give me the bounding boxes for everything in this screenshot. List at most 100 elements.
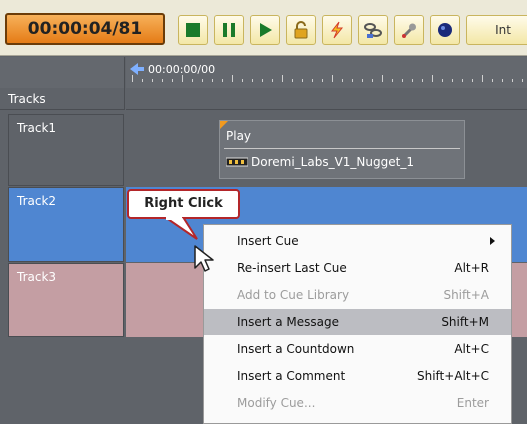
cue-title: Play <box>226 129 252 143</box>
pause-icon <box>223 23 235 37</box>
track-name: Track1 <box>17 121 57 135</box>
menu-item-shortcut: Shift+Alt+C <box>416 369 489 383</box>
ruler-tick <box>472 79 473 82</box>
menu-item-label: Re-insert Last Cue <box>237 261 347 275</box>
track-label-3[interactable]: Track3 <box>8 263 124 337</box>
ruler-tick <box>162 79 163 82</box>
ruler-tick <box>512 79 513 82</box>
timeline-header-left <box>0 57 125 88</box>
chain-button[interactable] <box>358 15 388 45</box>
ruler-tick <box>222 79 223 82</box>
menu-item-label: Insert a Message <box>237 315 339 329</box>
film-icon <box>226 157 248 167</box>
stop-icon <box>186 23 200 37</box>
ruler-tick <box>392 79 393 82</box>
cue-divider <box>224 148 460 149</box>
menu-item-insert-countdown[interactable]: Insert a Countdown Alt+C <box>204 336 511 362</box>
ruler-tick <box>462 79 463 82</box>
track-name: Track2 <box>17 194 57 208</box>
wrench-button[interactable] <box>394 15 424 45</box>
ruler-tick <box>502 79 503 82</box>
cue-content: Doremi_Labs_V1_Nugget_1 <box>226 155 414 169</box>
menu-item-shortcut: Shift+A <box>443 288 489 302</box>
toolbar: 00:00:04/81 Int <box>0 0 527 56</box>
menu-item-modify-cue[interactable]: Modify Cue... Enter <box>204 390 511 416</box>
tracks-header: Tracks <box>0 88 125 110</box>
flash-button[interactable] <box>322 15 352 45</box>
int-button[interactable]: Int <box>466 15 527 45</box>
ruler-tick <box>362 79 363 82</box>
ruler-tick <box>242 79 243 82</box>
ruler-tick <box>182 75 183 82</box>
menu-item-insert-cue[interactable]: Insert Cue <box>204 228 511 254</box>
ruler-tick <box>402 79 403 82</box>
menu-item-label: Add to Cue Library <box>237 288 350 302</box>
timecode-display: 00:00:04/81 <box>5 13 165 45</box>
ruler-tick <box>332 75 333 82</box>
menu-item-shortcut: Enter <box>456 396 489 410</box>
track-label-2[interactable]: Track2 <box>8 187 124 262</box>
lock-button[interactable] <box>286 15 316 45</box>
menu-item-reinsert-last-cue[interactable]: Re-insert Last Cue Alt+R <box>204 255 511 281</box>
menu-item-insert-message[interactable]: Insert a Message Shift+M <box>204 309 511 335</box>
ruler-tick <box>262 79 263 82</box>
ruler-tick <box>342 79 343 82</box>
ruler-tick <box>282 75 283 82</box>
ruler-tick <box>432 75 433 82</box>
cue-name: Doremi_Labs_V1_Nugget_1 <box>251 155 414 169</box>
ruler-tick <box>302 79 303 82</box>
ruler-tick <box>382 75 383 82</box>
ruler-tick <box>522 79 523 82</box>
submenu-arrow-icon <box>490 237 495 245</box>
ruler-tick <box>202 79 203 82</box>
ruler-tick <box>492 79 493 82</box>
ruler-tick <box>442 79 443 82</box>
ruler-tick <box>412 79 413 82</box>
menu-item-label: Modify Cue... <box>237 396 316 410</box>
timeline-ruler[interactable]: 00:00:00/00 <box>126 57 527 88</box>
menu-item-shortcut: Shift+M <box>441 315 489 329</box>
ruler-tick <box>132 75 133 82</box>
ruler-tick <box>292 79 293 82</box>
context-menu: Insert Cue Re-insert Last Cue Alt+R Add … <box>203 224 512 424</box>
ruler-tick <box>322 79 323 82</box>
menu-item-add-to-cue-library[interactable]: Add to Cue Library Shift+A <box>204 282 511 308</box>
chain-icon <box>364 23 382 38</box>
play-button[interactable] <box>250 15 280 45</box>
stop-button[interactable] <box>178 15 208 45</box>
ruler-tick <box>142 79 143 82</box>
ruler-tick <box>482 75 483 82</box>
ruler-tick <box>452 79 453 82</box>
menu-item-label: Insert a Comment <box>237 369 346 383</box>
track-label-1[interactable]: Track1 <box>8 114 124 186</box>
ruler-tick <box>172 79 173 82</box>
menu-item-label: Insert Cue <box>237 234 299 248</box>
record-icon <box>438 23 452 37</box>
pause-button[interactable] <box>214 15 244 45</box>
menu-item-label: Insert a Countdown <box>237 342 355 356</box>
record-button[interactable] <box>430 15 460 45</box>
menu-item-insert-comment[interactable]: Insert a Comment Shift+Alt+C <box>204 363 511 389</box>
ruler-tick <box>232 75 233 82</box>
arrow-left-icon <box>130 63 144 75</box>
ruler-tick <box>372 79 373 82</box>
ruler-tick <box>212 79 213 82</box>
menu-item-shortcut: Alt+R <box>454 261 489 275</box>
mouse-cursor-icon <box>194 245 214 272</box>
ruler-tick <box>272 79 273 82</box>
wrench-icon <box>402 23 416 38</box>
ruler-tick <box>352 79 353 82</box>
menu-item-shortcut: Alt+C <box>454 342 489 356</box>
ruler-tick <box>192 79 193 82</box>
right-click-callout: Right Click <box>127 189 240 219</box>
ruler-tick <box>312 79 313 82</box>
play-icon <box>260 23 272 37</box>
track-name: Track3 <box>17 270 57 284</box>
lock-icon <box>294 21 308 39</box>
cue-flag-icon <box>220 121 228 129</box>
ruler-tick <box>422 79 423 82</box>
ruler-tick <box>252 79 253 82</box>
int-button-label: Int <box>495 23 511 37</box>
tracks-header-lane <box>126 88 527 110</box>
cue-clip[interactable]: Play Doremi_Labs_V1_Nugget_1 <box>219 120 465 179</box>
